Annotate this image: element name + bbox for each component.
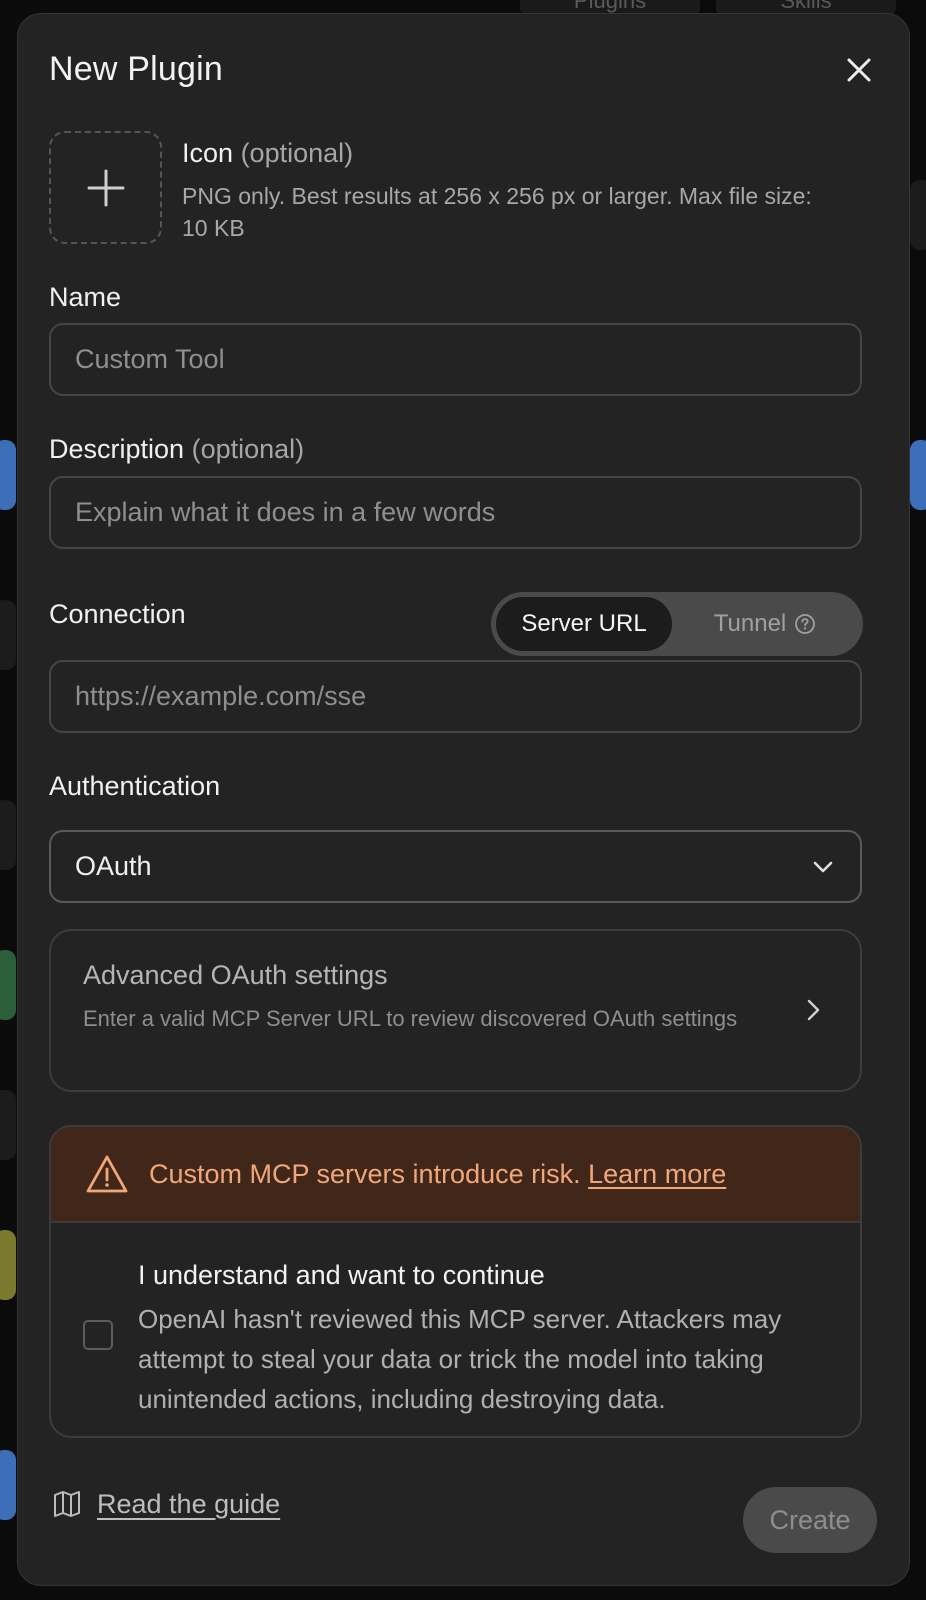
- chevron-right-icon: [807, 999, 820, 1021]
- risk-warning-panel: Custom MCP servers introduce risk. Learn…: [49, 1125, 862, 1438]
- advanced-oauth-settings[interactable]: Advanced OAuth settings Enter a valid MC…: [49, 929, 862, 1092]
- warning-triangle-icon: [86, 1155, 128, 1193]
- plus-icon: [87, 169, 124, 206]
- background-app-icon: [0, 600, 16, 670]
- tunnel-option[interactable]: Tunnel: [672, 597, 858, 651]
- background-app-icon: [0, 1450, 16, 1520]
- description-optional-text: (optional): [191, 434, 305, 464]
- description-input[interactable]: [49, 476, 862, 549]
- close-icon: [847, 58, 871, 82]
- acknowledgement-title[interactable]: I understand and want to continue: [138, 1260, 545, 1291]
- risk-warning-message: Custom MCP servers introduce risk.: [149, 1158, 581, 1189]
- chevron-down-icon: [813, 861, 833, 872]
- background-app-icon: [0, 950, 16, 1020]
- icon-optional-text: (optional): [240, 138, 354, 168]
- risk-warning-text: Custom MCP servers introduce risk. Learn…: [149, 1159, 726, 1190]
- server-url-input[interactable]: [49, 660, 862, 733]
- description-label-text: Description: [49, 434, 185, 464]
- name-input[interactable]: [49, 323, 862, 396]
- dialog-title: New Plugin: [49, 50, 223, 88]
- icon-label: Icon (optional): [182, 138, 353, 169]
- advanced-oauth-subtitle: Enter a valid MCP Server URL to review d…: [83, 1006, 738, 1031]
- background-app-icon: [910, 440, 926, 510]
- background-app-icon: [0, 1090, 16, 1160]
- background-app-icon: [0, 1230, 16, 1300]
- name-label: Name: [49, 282, 122, 312]
- background-app-icon: [0, 800, 16, 870]
- icon-help-text: PNG only. Best results at 256 x 256 px o…: [182, 183, 812, 241]
- learn-more-link[interactable]: Learn more: [588, 1159, 726, 1189]
- acknowledge-checkbox[interactable]: [83, 1320, 113, 1350]
- tunnel-option-label: Tunnel: [713, 610, 787, 637]
- icon-upload-button[interactable]: [49, 131, 162, 244]
- book-icon: [54, 1491, 80, 1517]
- authentication-selected-value: OAuth: [75, 851, 152, 881]
- acknowledgement-body: OpenAI hasn't reviewed this MCP server. …: [138, 1304, 782, 1414]
- server-url-option[interactable]: Server URL: [496, 597, 672, 651]
- question-circle-icon[interactable]: [794, 613, 816, 635]
- connection-label: Connection: [49, 599, 186, 629]
- new-plugin-dialog: New Plugin Icon (optional) PNG only. Bes…: [17, 13, 910, 1586]
- description-label: Description (optional): [49, 434, 304, 465]
- close-button[interactable]: [839, 50, 879, 90]
- background-app-icon: [0, 440, 16, 510]
- authentication-label: Authentication: [49, 771, 221, 801]
- advanced-oauth-title: Advanced OAuth settings: [83, 960, 388, 990]
- icon-label-text: Icon: [182, 138, 234, 168]
- acknowledgement-section: I understand and want to continue OpenAI…: [51, 1223, 860, 1436]
- create-button[interactable]: Create: [743, 1487, 877, 1553]
- read-guide-link[interactable]: Read the guide: [51, 1488, 280, 1520]
- read-guide-label: Read the guide: [97, 1488, 281, 1519]
- background-app-icon: [910, 180, 926, 250]
- risk-warning-banner: Custom MCP servers introduce risk. Learn…: [51, 1127, 860, 1223]
- authentication-select[interactable]: OAuth: [49, 830, 862, 903]
- connection-toggle: Server URL Tunnel: [491, 592, 863, 656]
